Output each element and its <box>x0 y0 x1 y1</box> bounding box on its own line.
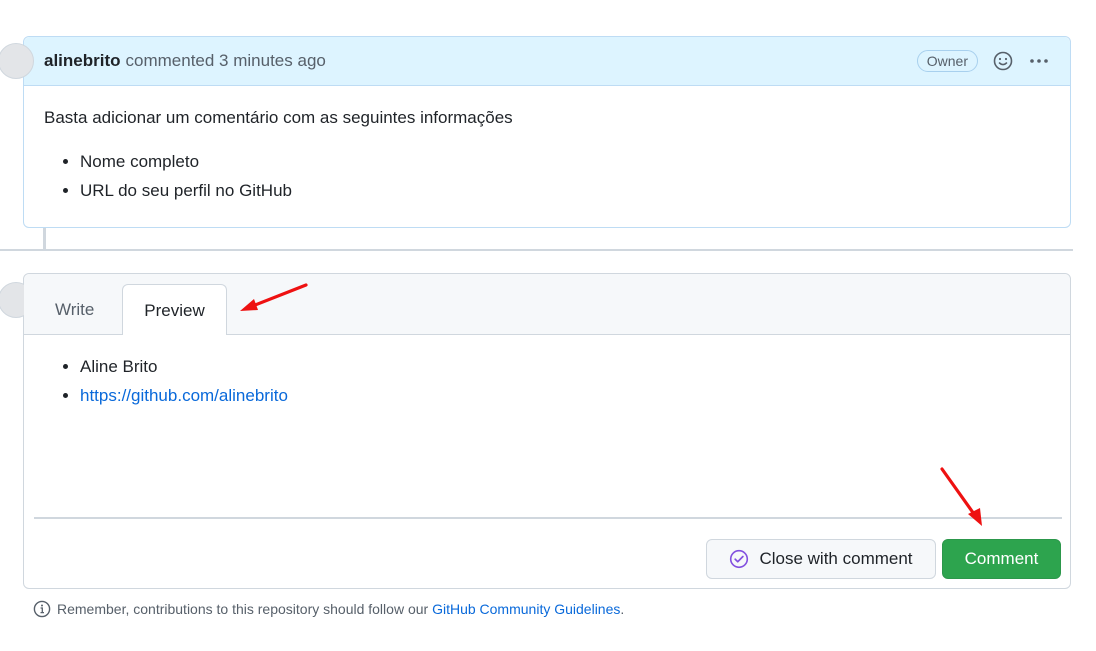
annotation-arrow-comment <box>940 467 982 526</box>
footer-text: Remember, contributions to this reposito… <box>57 601 429 617</box>
comment-container: alinebrito commented 3 minutes ago Owner <box>0 36 1071 228</box>
close-with-comment-label: Close with comment <box>759 549 913 568</box>
preview-pane: Aline Brito https://github.com/alinebrit… <box>24 357 1070 406</box>
tab-write[interactable]: Write <box>55 300 94 320</box>
comment-text: Basta adicionar um comentário com as seg… <box>44 108 513 127</box>
issue-closed-icon <box>729 549 749 569</box>
comment-header: alinebrito commented 3 minutes ago Owner <box>24 37 1070 86</box>
list-item: Aline Brito <box>80 357 1050 377</box>
kebab-horizontal-icon[interactable] <box>1028 50 1050 72</box>
comment-body: Basta adicionar um comentário com as seg… <box>24 108 1070 201</box>
comment-author[interactable]: alinebrito <box>44 51 121 71</box>
community-guidelines-link[interactable]: GitHub Community Guidelines <box>432 601 620 617</box>
preview-list: Aline Brito https://github.com/alinebrit… <box>44 357 1050 406</box>
list-item: https://github.com/alinebrito <box>80 386 1050 406</box>
comment-button[interactable]: Comment <box>942 539 1061 579</box>
footer-suffix: . <box>620 601 625 617</box>
contribution-guidelines-note: Remember, contributions to this reposito… <box>33 600 624 618</box>
list-item: Nome completo <box>80 152 1050 172</box>
preview-link[interactable]: https://github.com/alinebrito <box>80 386 288 405</box>
close-with-comment-button[interactable]: Close with comment <box>706 539 936 579</box>
smiley-icon[interactable] <box>992 50 1014 72</box>
list-item: URL do seu perfil no GitHub <box>80 181 1050 201</box>
timeline-connector <box>43 228 46 250</box>
comment-actions: Close with comment Comment <box>706 539 1061 579</box>
comment-list: Nome completo URL do seu perfil no GitHu… <box>44 152 1050 201</box>
comment-timestamp[interactable]: commented 3 minutes ago <box>126 51 326 71</box>
editor-separator <box>34 517 1062 519</box>
annotation-arrow-preview <box>240 283 308 311</box>
new-comment-editor: Write Preview Aline Brito https://github… <box>0 273 1071 589</box>
tab-preview[interactable]: Preview <box>122 284 227 335</box>
owner-badge: Owner <box>916 50 978 72</box>
info-icon <box>33 600 51 618</box>
editor-tab-bar: Write Preview <box>24 274 1070 335</box>
timeline-divider <box>0 249 1073 251</box>
